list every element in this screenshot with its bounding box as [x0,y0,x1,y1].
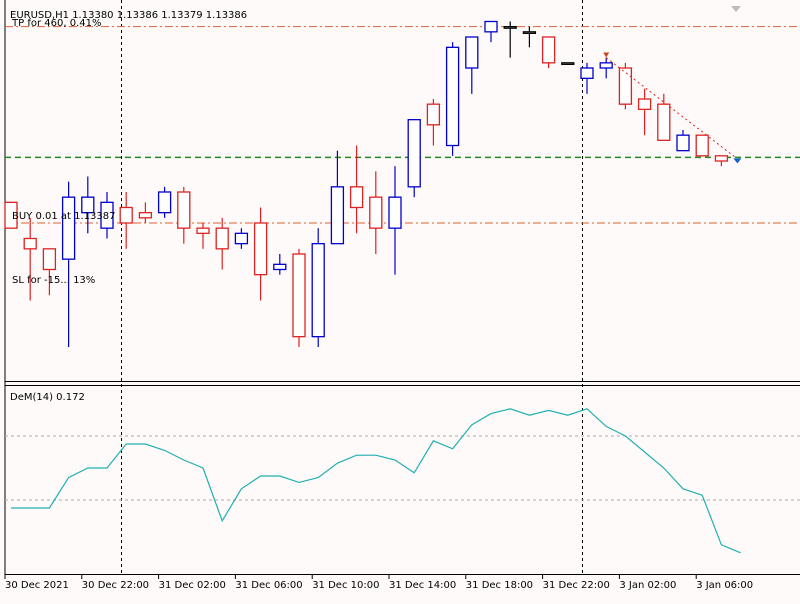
time-label: 3 Jan 06:00 [696,580,753,591]
candle-body [253,222,268,276]
candle-body [484,20,498,33]
candle-body [580,67,594,79]
time-label: 30 Dec 2021 [5,580,69,591]
chart-background [0,0,800,600]
candle[interactable] [311,228,325,347]
candle-body [119,206,133,224]
candle-body [407,119,421,188]
candle-body [42,248,57,271]
candle-body [196,227,210,234]
time-label: 3 Jan 02:00 [619,580,676,591]
candle-body [234,232,249,245]
candle-body [618,67,633,105]
candle[interactable] [157,186,172,218]
candle-body [369,196,383,229]
tp-label: TP for 460, 0.41% [11,18,101,29]
candle[interactable] [445,42,460,156]
indicator-label: DeM(14) 0.172 [10,392,85,403]
time-label: 31 Dec 06:00 [235,580,302,591]
candle-body [157,191,172,214]
chart-svg[interactable]: EURUSD,H1 1.13380 1.13386 1.13379 1.1338… [0,0,800,600]
candle-body [138,212,153,219]
candle-body [695,134,709,157]
sl-label: SL for -15... 13% [12,275,95,286]
candle-body [714,155,729,162]
candle-body [349,186,364,209]
candle-body [637,98,652,110]
candle-body [676,134,690,152]
chart-window[interactable]: EURUSD,H1 1.13380 1.13386 1.13379 1.1338… [0,0,800,600]
time-label: 30 Dec 22:00 [82,580,149,591]
candle-body [177,191,191,229]
candle-body [23,237,37,250]
candle-body [503,26,517,29]
time-label: 31 Dec 14:00 [389,580,456,591]
buy-label: BUY 0.01 at 1.13387 [12,211,116,222]
time-label: 31 Dec 10:00 [312,580,379,591]
candle-body [330,186,345,245]
time-label: 31 Dec 22:00 [543,580,610,591]
candle-body [292,253,306,338]
candle[interactable] [541,36,556,68]
candle[interactable] [407,119,421,198]
candle-body [445,46,460,147]
candle[interactable] [618,62,633,110]
candle-body [657,103,671,141]
candle[interactable] [292,248,306,347]
time-label: 31 Dec 18:00 [466,580,533,591]
candle-body [61,196,76,260]
candle-body [273,263,287,271]
candle-body [561,62,575,65]
candle-body [465,36,479,69]
candle-body [215,227,229,250]
candle-body [541,36,556,64]
candle-body [426,103,441,126]
candle-body [388,196,402,229]
candle[interactable] [695,134,709,157]
candle[interactable] [561,62,575,65]
candle-body [311,243,325,338]
candle-body [599,62,613,69]
time-label: 31 Dec 02:00 [159,580,226,591]
candle-body [522,31,537,34]
